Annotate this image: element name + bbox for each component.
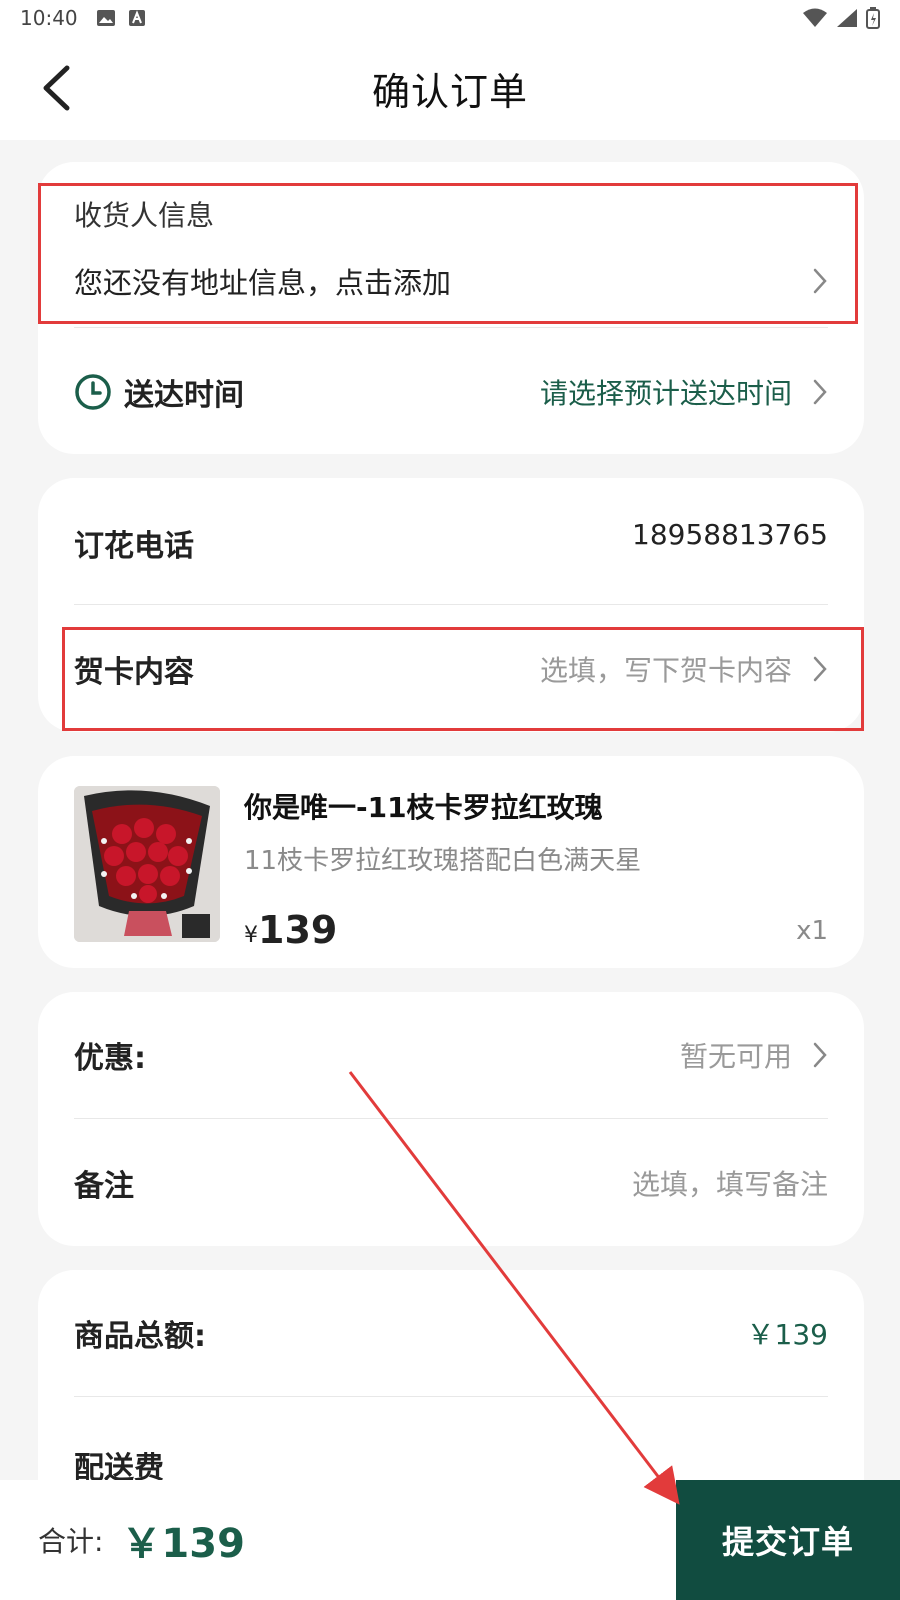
divider bbox=[74, 327, 828, 328]
remark-input[interactable]: 选填，填写备注 bbox=[632, 1163, 828, 1203]
divider bbox=[74, 604, 828, 605]
app-a-icon bbox=[128, 10, 145, 26]
remark-row[interactable]: 备注 选填，填写备注 bbox=[74, 1160, 828, 1206]
product-quantity: x1 bbox=[796, 916, 828, 946]
back-button[interactable] bbox=[36, 64, 76, 112]
order-phone-row: 订花电话 18958813765 bbox=[74, 520, 828, 566]
product-card: 你是唯一-11枝卡罗拉红玫瑰 11枝卡罗拉红玫瑰搭配白色满天星 ¥ 139 x1 bbox=[38, 756, 864, 968]
product-image[interactable] bbox=[74, 786, 220, 942]
delivery-time-value: 请选择预计送达时间 bbox=[539, 377, 792, 410]
chevron-right-icon bbox=[813, 1042, 827, 1068]
address-empty-text: 您还没有地址信息，点击添加 bbox=[74, 266, 452, 300]
discount-card: 优惠: 暂无可用 备注 选填，填写备注 bbox=[38, 992, 864, 1246]
add-address-row[interactable]: 您还没有地址信息，点击添加 bbox=[74, 258, 828, 304]
order-phone-value[interactable]: 18958813765 bbox=[632, 522, 828, 548]
signal-icon bbox=[837, 9, 857, 27]
total-label: 合计: bbox=[38, 1525, 104, 1558]
price-currency: ¥ bbox=[244, 923, 258, 948]
receiver-section-title: 收货人信息 bbox=[74, 199, 215, 232]
status-time: 10:40 bbox=[20, 6, 78, 30]
discount-value: 暂无可用 bbox=[679, 1040, 792, 1073]
app-header: 确认订单 bbox=[0, 36, 900, 140]
greeting-card-label: 贺卡内容 bbox=[74, 655, 194, 690]
discount-row[interactable]: 优惠: 暂无可用 bbox=[74, 1032, 828, 1078]
greeting-card-placeholder: 选填，写下贺卡内容 bbox=[539, 654, 792, 687]
divider bbox=[74, 1118, 828, 1119]
discount-label: 优惠: bbox=[74, 1041, 146, 1076]
divider bbox=[74, 1396, 828, 1397]
product-price: 139 bbox=[258, 908, 338, 952]
bottom-bar: 合计: ￥139 提交订单 bbox=[0, 1480, 900, 1600]
delivery-time-label: 送达时间 bbox=[124, 378, 244, 413]
chevron-right-icon bbox=[813, 268, 827, 294]
clock-icon bbox=[75, 374, 111, 410]
goods-total-value: ￥139 bbox=[746, 1318, 828, 1351]
remark-label: 备注 bbox=[74, 1169, 134, 1204]
page-title: 确认订单 bbox=[371, 69, 528, 114]
greeting-card-row[interactable]: 贺卡内容 选填，写下贺卡内容 bbox=[74, 646, 828, 692]
order-phone-label: 订花电话 bbox=[74, 529, 194, 564]
bouquet-image bbox=[74, 786, 220, 942]
status-bar: 10:40 bbox=[0, 0, 900, 36]
goods-total-row: 商品总额: ￥139 bbox=[74, 1310, 828, 1356]
product-name: 你是唯一-11枝卡罗拉红玫瑰 bbox=[244, 791, 603, 824]
image-icon bbox=[96, 10, 115, 26]
chevron-right-icon bbox=[813, 379, 827, 405]
chevron-right-icon bbox=[813, 656, 827, 682]
back-arrow-icon bbox=[43, 65, 70, 111]
delivery-time-row[interactable]: 送达时间 请选择预计送达时间 bbox=[74, 367, 828, 417]
contact-card: 订花电话 18958813765 贺卡内容 选填，写下贺卡内容 bbox=[38, 478, 864, 732]
goods-total-label: 商品总额: bbox=[74, 1319, 206, 1354]
total-value: ￥139 bbox=[121, 1521, 245, 1567]
wifi-icon bbox=[803, 8, 827, 27]
product-description: 11枝卡罗拉红玫瑰搭配白色满天星 bbox=[244, 846, 642, 876]
battery-icon bbox=[866, 7, 880, 29]
submit-order-button[interactable]: 提交订单 bbox=[676, 1480, 900, 1600]
receiver-card: 收货人信息 您还没有地址信息，点击添加 送达时间 请选择预计送达时间 bbox=[38, 162, 864, 454]
